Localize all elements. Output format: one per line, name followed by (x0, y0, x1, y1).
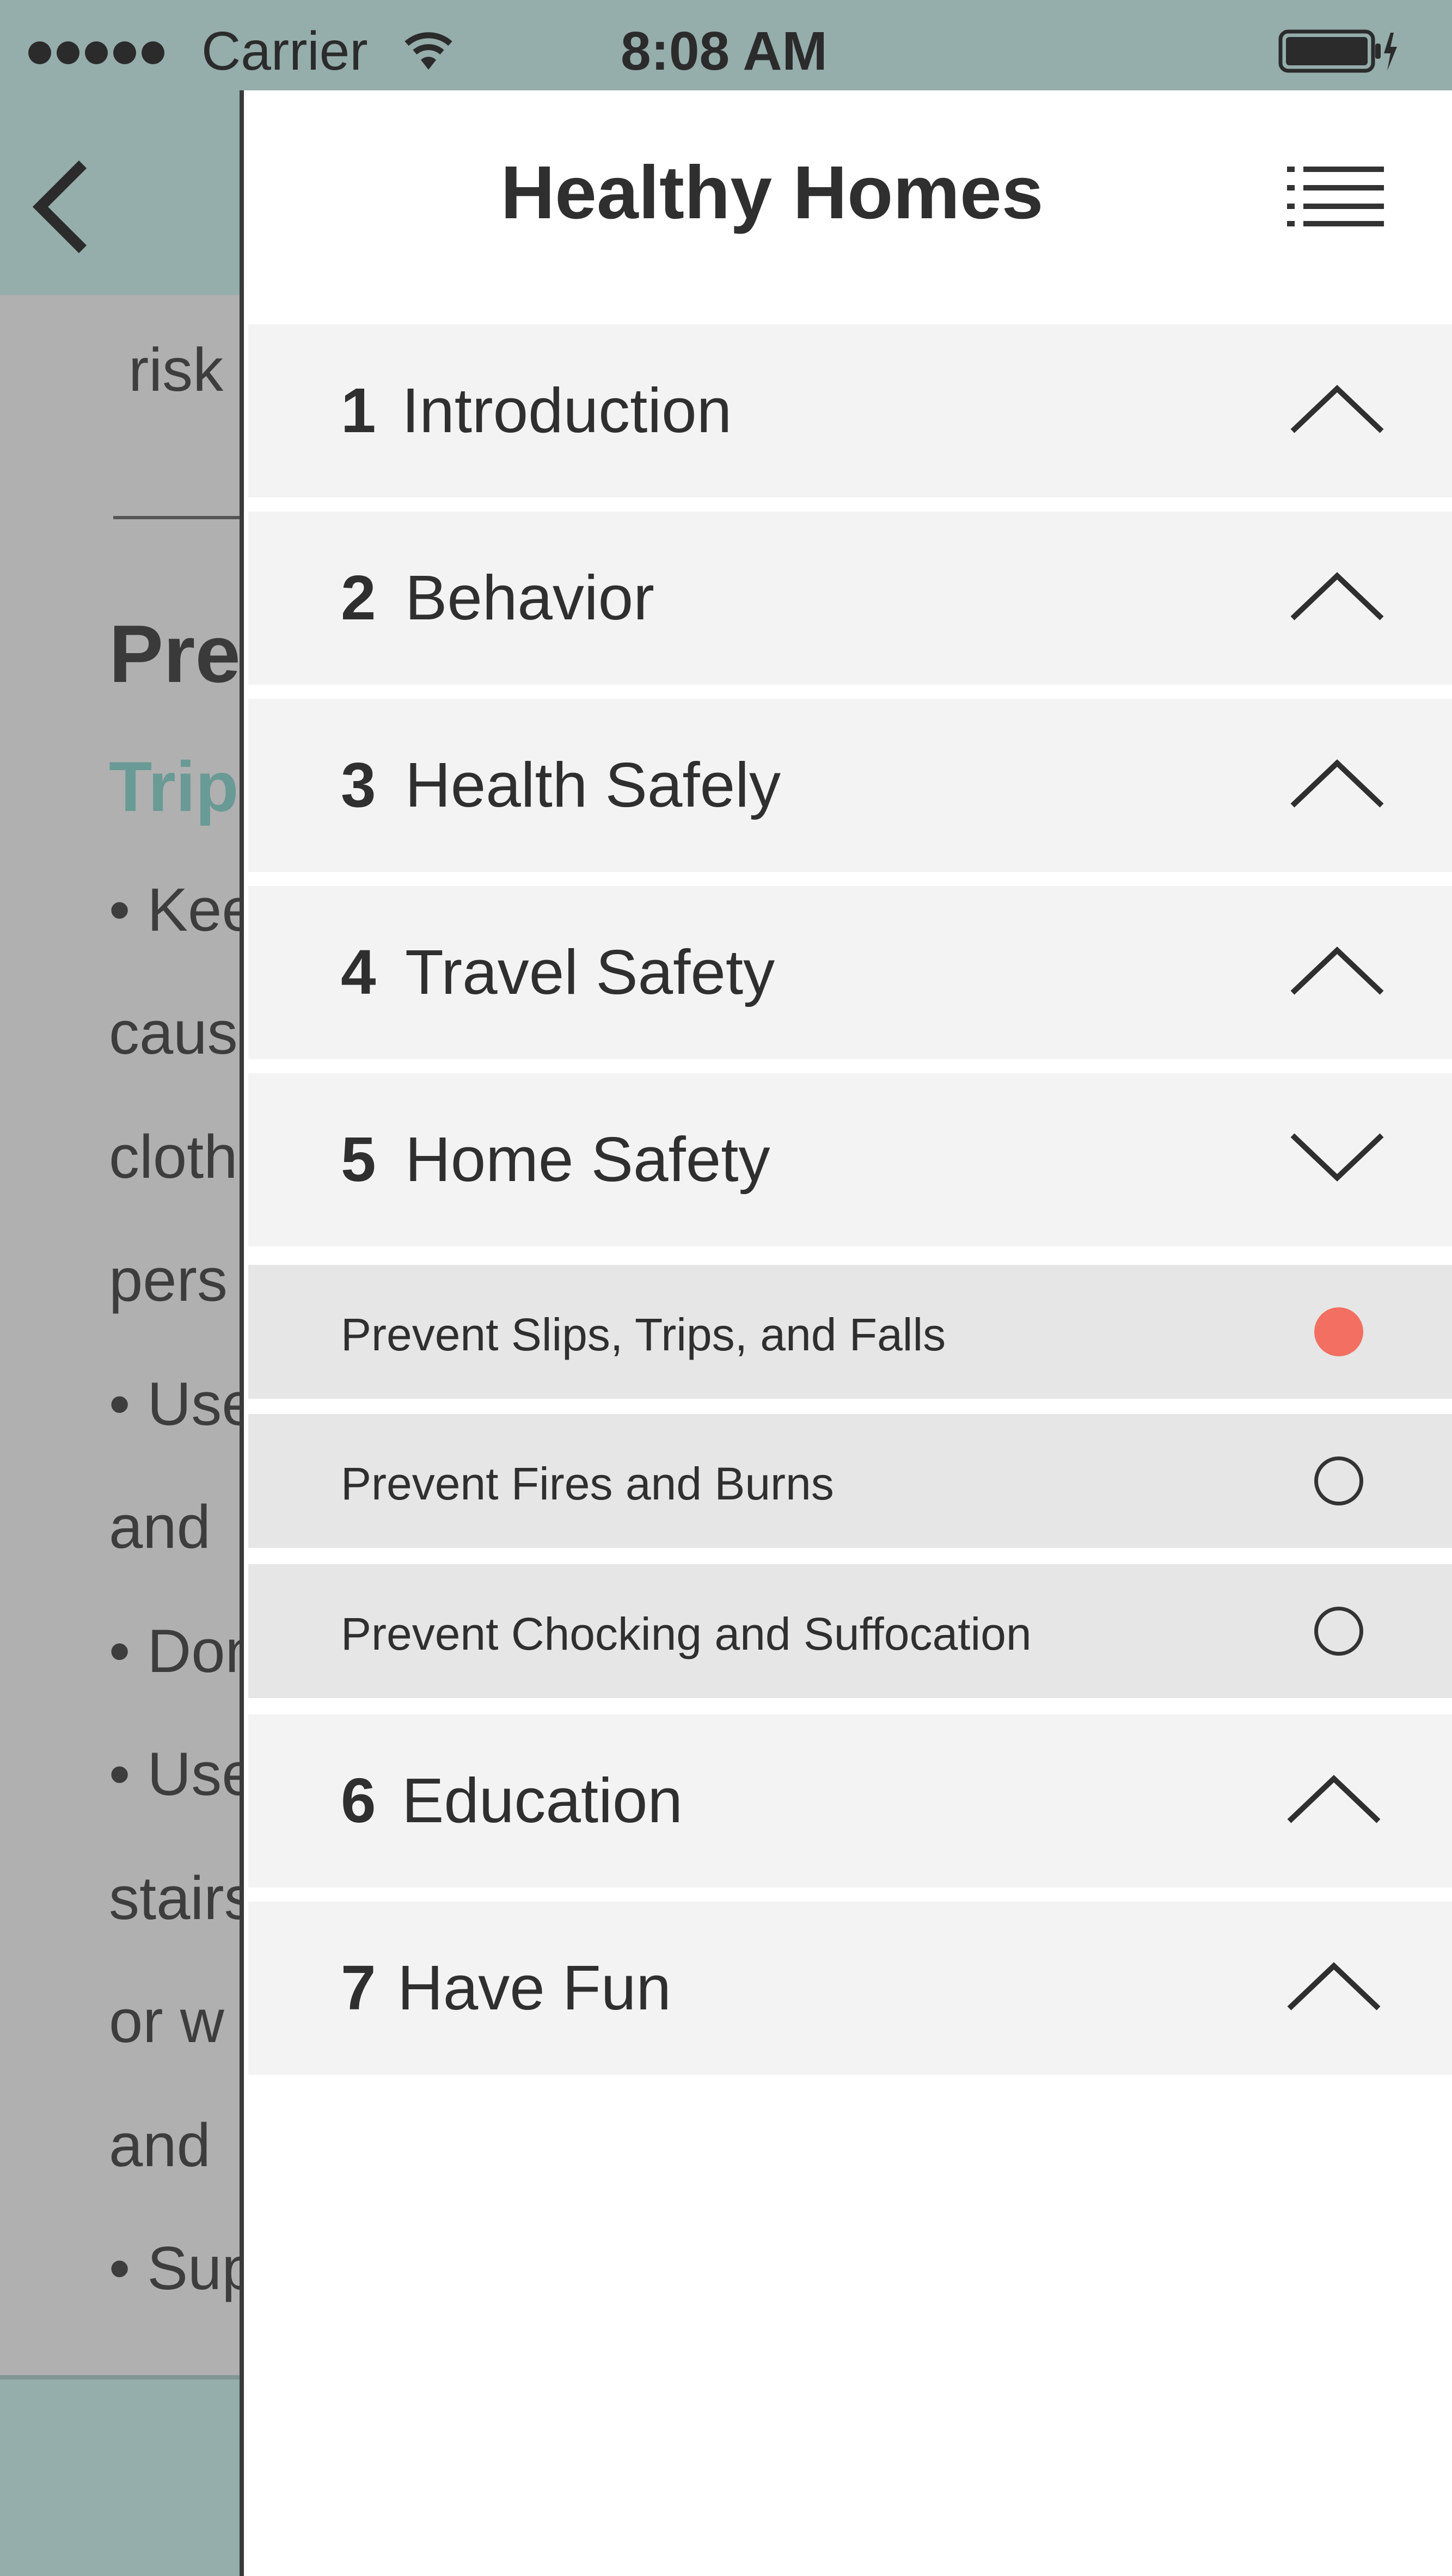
chevron-up-icon (1289, 381, 1385, 438)
back-icon[interactable] (28, 158, 94, 259)
section-number: 4 (341, 937, 376, 1007)
background-divider (113, 516, 242, 519)
background-text: • Use (109, 1370, 242, 1438)
wifi-icon (404, 28, 453, 75)
section-number: 5 (341, 1124, 376, 1195)
selected-indicator-icon (1314, 1307, 1363, 1356)
unselected-indicator-icon (1314, 1607, 1363, 1656)
background-text: • Use (109, 1740, 242, 1808)
section-title: Travel Safety (405, 937, 775, 1007)
section-title: Health Safely (405, 749, 781, 820)
background-text: caus (109, 999, 238, 1067)
battery-icon (1278, 29, 1398, 76)
subsection-prevent-chocking[interactable]: Prevent Chocking and Suffocation (248, 1564, 1452, 1698)
drawer-title: Healthy Homes (500, 151, 1044, 235)
subsection-label: Prevent Chocking and Suffocation (341, 1608, 1032, 1659)
section-education[interactable]: 6 Education (248, 1714, 1452, 1888)
section-title: Have Fun (397, 1952, 671, 2023)
chevron-up-icon (1286, 1771, 1382, 1828)
signal-strength-icon (28, 41, 170, 64)
background-text: • Don (109, 1617, 242, 1685)
background-text: • Sup (109, 2234, 242, 2302)
chevron-up-icon (1286, 1958, 1382, 2015)
section-travel-safety[interactable]: 4 Travel Safety (248, 886, 1452, 1059)
section-title: Behavior (405, 562, 654, 633)
background-text: stairs (109, 1864, 242, 1932)
section-number: 6 (341, 1765, 376, 1836)
section-number: 7 (341, 1952, 376, 2023)
subsection-label: Prevent Slips, Trips, and Falls (341, 1309, 946, 1360)
chevron-up-icon (1289, 568, 1385, 625)
subsection-prevent-fires[interactable]: Prevent Fires and Burns (248, 1414, 1452, 1548)
section-title: Education (402, 1765, 683, 1836)
status-bar: Carrier 8:08 AM (0, 0, 1452, 90)
section-home-safety[interactable]: 5 Home Safety (248, 1073, 1452, 1246)
background-subheading: Trip (109, 747, 239, 826)
chevron-down-icon (1289, 1130, 1385, 1187)
background-text: • Kee (109, 876, 242, 944)
unselected-indicator-icon (1314, 1456, 1363, 1505)
subsection-prevent-slips[interactable]: Prevent Slips, Trips, and Falls (248, 1265, 1452, 1399)
background-text: and (109, 2111, 211, 2179)
background-text: cloth (109, 1123, 238, 1191)
list-menu-icon[interactable] (1287, 167, 1385, 229)
background-text: risk (128, 336, 224, 404)
background-heading: Pre (109, 608, 241, 699)
section-title: Home Safety (405, 1124, 770, 1195)
subsection-label: Prevent Fires and Burns (341, 1458, 834, 1509)
background-text: or w (109, 1987, 224, 2055)
carrier-name: Carrier (201, 21, 368, 82)
section-have-fun[interactable]: 7 Have Fun (248, 1902, 1452, 2075)
chevron-up-icon (1289, 755, 1385, 813)
section-health-safely[interactable]: 3 Health Safely (248, 699, 1452, 872)
background-article: risk Pre Trip • Kee caus cloth pers • Us… (0, 295, 242, 2375)
navigation-drawer: Healthy Homes 1 Introduction 2 Behavior … (240, 90, 1452, 2576)
background-footer (0, 2375, 242, 2576)
section-number: 2 (341, 562, 376, 633)
section-title: Introduction (402, 375, 732, 446)
section-number: 1 (341, 375, 376, 446)
status-time: 8:08 AM (621, 21, 828, 82)
background-text: pers (109, 1246, 228, 1314)
chevron-up-icon (1289, 943, 1385, 1000)
section-number: 3 (341, 749, 376, 820)
section-introduction[interactable]: 1 Introduction (248, 324, 1452, 497)
section-behavior[interactable]: 2 Behavior (248, 512, 1452, 685)
background-text: and (109, 1493, 211, 1561)
